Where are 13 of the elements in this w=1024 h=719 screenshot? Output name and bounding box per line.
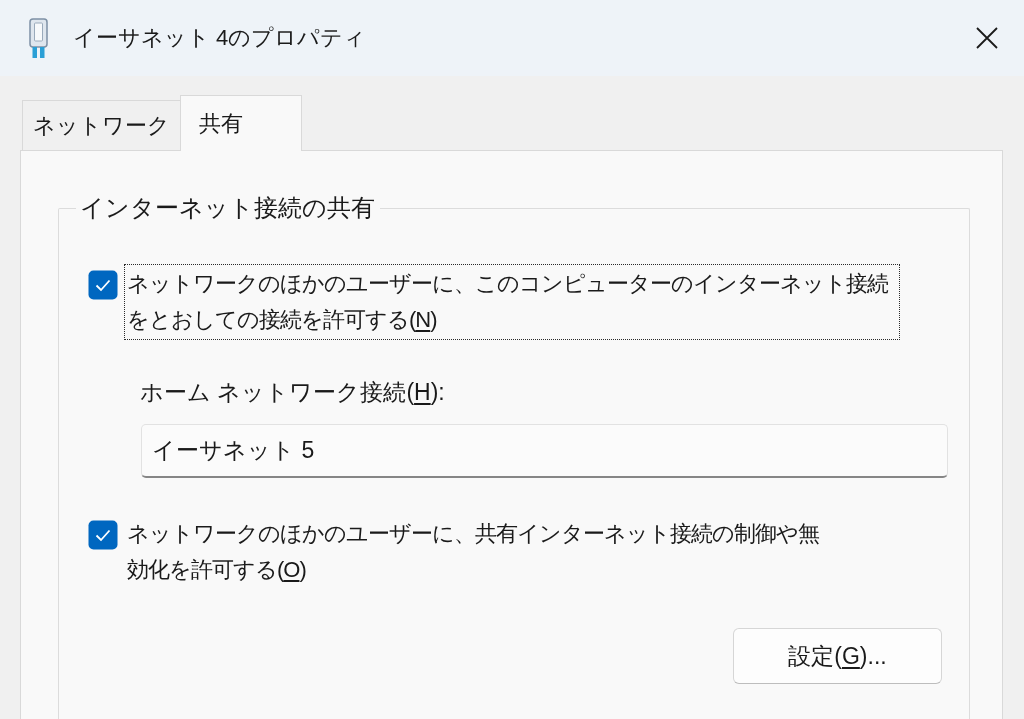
checkbox-label[interactable]: ネットワークのほかのユーザーに、共有インターネット接続の制御や無効化を許可する(O)	[124, 514, 832, 590]
window-title: イーサネット 4のプロパティ	[73, 24, 368, 52]
group-title: インターネット接続の共有	[79, 193, 376, 223]
checkbox-label[interactable]: ネットワークのほかのユーザーに、このコンピューターのインターネット接続をとおしての接続を許可する(N)	[124, 264, 900, 340]
settings-button[interactable]: 設定(G)...	[733, 628, 942, 684]
field-label: ホーム ネットワーク接続(H):	[140, 378, 445, 407]
tab[interactable]: 共有	[180, 95, 302, 151]
text-field[interactable]: イーサネット 5	[141, 424, 948, 478]
checkbox[interactable]	[88, 270, 118, 300]
tab[interactable]: ネットワーク	[22, 100, 181, 150]
checkbox[interactable]	[88, 520, 118, 550]
close-icon	[976, 27, 998, 49]
connector-icon	[29, 18, 48, 58]
